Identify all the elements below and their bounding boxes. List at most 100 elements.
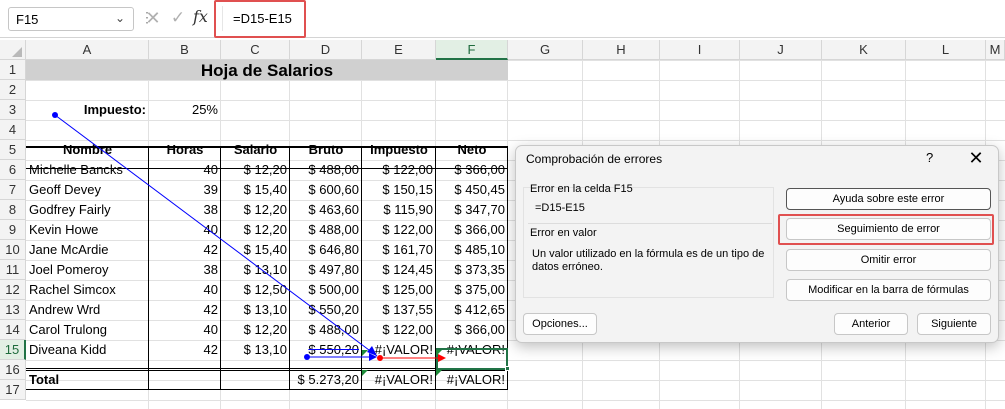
cell-impuesto[interactable]: $ 161,70 [362, 240, 436, 260]
row-header-6[interactable]: 6 [0, 160, 26, 180]
row-header-12[interactable]: 12 [0, 280, 26, 300]
cell-bruto[interactable]: $ 550,20 [290, 340, 362, 360]
cell-nombre[interactable]: Rachel Simcox [26, 280, 149, 300]
cell-horas[interactable]: 40 [149, 160, 221, 180]
row-header-9[interactable]: 9 [0, 220, 26, 240]
total-bruto[interactable]: $ 5.273,20 [290, 370, 362, 390]
cell-salario[interactable]: $ 15,40 [221, 180, 290, 200]
next-button[interactable]: Siguiente [917, 313, 991, 335]
cell-impuesto[interactable]: #¡VALOR! [362, 340, 436, 360]
cell-salario[interactable]: $ 13,10 [221, 340, 290, 360]
column-header-j[interactable]: J [740, 40, 822, 60]
row-header-16[interactable]: 16 [0, 360, 26, 380]
cell-bruto[interactable]: $ 488,00 [290, 320, 362, 340]
row-header-10[interactable]: 10 [0, 240, 26, 260]
tax-label[interactable]: Impuesto: [26, 100, 149, 120]
row-header-3[interactable]: 3 [0, 100, 26, 120]
header-impuesto[interactable]: Impuesto [362, 140, 436, 160]
cell-horas[interactable]: 38 [149, 200, 221, 220]
cell-impuesto[interactable]: $ 125,00 [362, 280, 436, 300]
cell-bruto[interactable]: $ 500,00 [290, 280, 362, 300]
cell-bruto[interactable]: $ 600,60 [290, 180, 362, 200]
cell-bruto[interactable]: $ 488,00 [290, 220, 362, 240]
row-header-15[interactable]: 15 [0, 340, 26, 360]
header-nombre[interactable]: Nombre [26, 140, 149, 160]
cell-impuesto[interactable]: $ 137,55 [362, 300, 436, 320]
cell-horas[interactable]: 40 [149, 280, 221, 300]
cell-bruto[interactable]: $ 646,80 [290, 240, 362, 260]
cell-neto[interactable]: $ 366,00 [436, 160, 508, 180]
column-header-l[interactable]: L [906, 40, 986, 60]
row-header-11[interactable]: 11 [0, 260, 26, 280]
total-impuesto[interactable]: #¡VALOR! [362, 370, 436, 390]
cell-nombre[interactable]: Jane McArdie [26, 240, 149, 260]
cell-neto[interactable]: $ 347,70 [436, 200, 508, 220]
cell-impuesto[interactable]: $ 122,00 [362, 160, 436, 180]
cell-neto[interactable]: $ 366,00 [436, 220, 508, 240]
cell-nombre[interactable]: Michelle Bancks [26, 160, 149, 180]
close-icon[interactable]: ✕ [966, 148, 986, 168]
cell-impuesto[interactable]: $ 122,00 [362, 220, 436, 240]
cell-neto[interactable]: $ 450,45 [436, 180, 508, 200]
header-neto[interactable]: Neto [436, 140, 508, 160]
cell-nombre[interactable]: Geoff Devey [26, 180, 149, 200]
row-header-5[interactable]: 5 [0, 140, 26, 160]
cell-salario[interactable]: $ 12,20 [221, 160, 290, 180]
cell-salario[interactable]: $ 15,40 [221, 240, 290, 260]
row-header-13[interactable]: 13 [0, 300, 26, 320]
cell-salario[interactable]: $ 13,10 [221, 300, 290, 320]
cell-salario[interactable]: $ 12,20 [221, 320, 290, 340]
header-horas[interactable]: Horas [149, 140, 221, 160]
cell-neto[interactable]: $ 366,00 [436, 320, 508, 340]
cell-bruto[interactable]: $ 463,60 [290, 200, 362, 220]
chevron-down-icon[interactable]: ⌄ [115, 11, 125, 25]
cell-horas[interactable]: 40 [149, 320, 221, 340]
cell-horas[interactable]: 39 [149, 180, 221, 200]
cell-salario[interactable]: $ 12,20 [221, 200, 290, 220]
column-header-f[interactable]: F [436, 40, 508, 60]
cell-bruto[interactable]: $ 488,00 [290, 160, 362, 180]
cell-neto[interactable]: $ 412,65 [436, 300, 508, 320]
cell-impuesto[interactable]: $ 115,90 [362, 200, 436, 220]
cell-horas[interactable]: 38 [149, 260, 221, 280]
row-header-2[interactable]: 2 [0, 80, 26, 100]
insert-function-icon[interactable]: fx [193, 7, 215, 27]
formula-input[interactable]: =D15-E15 [222, 6, 1004, 31]
sheet-title[interactable]: Hoja de Salarios [26, 60, 508, 80]
cell-nombre[interactable]: Joel Pomeroy [26, 260, 149, 280]
cell-neto[interactable]: $ 485,10 [436, 240, 508, 260]
cell-nombre[interactable]: Godfrey Fairly [26, 200, 149, 220]
row-header-7[interactable]: 7 [0, 180, 26, 200]
column-header-d[interactable]: D [290, 40, 362, 60]
header-salario[interactable]: Salario [221, 140, 290, 160]
column-header-m[interactable]: M [986, 40, 1005, 60]
header-bruto[interactable]: Bruto [290, 140, 362, 160]
cell-salario[interactable]: $ 13,10 [221, 260, 290, 280]
column-header-h[interactable]: H [583, 40, 660, 60]
help-icon[interactable]: ? [926, 150, 933, 165]
cell-bruto[interactable]: $ 497,80 [290, 260, 362, 280]
column-header-g[interactable]: G [508, 40, 583, 60]
column-header-e[interactable]: E [362, 40, 436, 60]
cell-salario[interactable]: $ 12,50 [221, 280, 290, 300]
options-button[interactable]: Opciones... [523, 313, 597, 335]
cell-nombre[interactable]: Andrew Wrd [26, 300, 149, 320]
cell-impuesto[interactable]: $ 150,15 [362, 180, 436, 200]
row-header-14[interactable]: 14 [0, 320, 26, 340]
cell-nombre[interactable]: Carol Trulong [26, 320, 149, 340]
column-header-b[interactable]: B [149, 40, 221, 60]
cell-horas[interactable]: 42 [149, 300, 221, 320]
cell-horas[interactable]: 42 [149, 240, 221, 260]
total-neto[interactable]: #¡VALOR! [436, 370, 508, 390]
name-box[interactable]: F15 ⌄ [8, 7, 134, 31]
column-header-k[interactable]: K [822, 40, 906, 60]
edit-in-formula-bar-button[interactable]: Modificar en la barra de fórmulas [786, 279, 991, 301]
cell-nombre[interactable]: Diveana Kidd [26, 340, 149, 360]
cell-nombre[interactable]: Kevin Howe [26, 220, 149, 240]
ignore-error-button[interactable]: Omitir error [786, 249, 991, 271]
previous-button[interactable]: Anterior [834, 313, 908, 335]
cell-horas[interactable]: 42 [149, 340, 221, 360]
column-header-c[interactable]: C [221, 40, 290, 60]
tax-value[interactable]: 25% [149, 100, 221, 120]
column-header-a[interactable]: A [26, 40, 149, 60]
